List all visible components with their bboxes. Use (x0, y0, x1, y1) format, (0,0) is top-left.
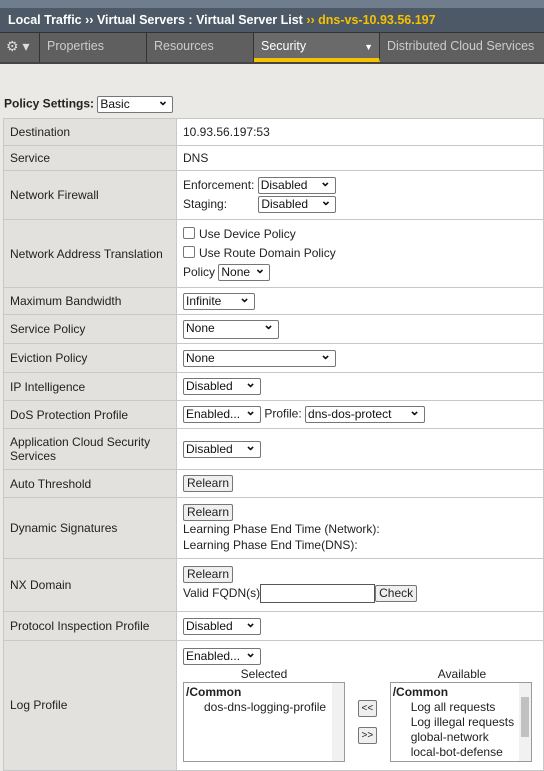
use-device-policy-checkbox[interactable] (183, 227, 195, 239)
breadcrumb-separator: ›› (85, 13, 94, 27)
dos-profile-select[interactable]: dns-dos-protect (305, 403, 426, 423)
tab-security[interactable]: Security ▼ (254, 33, 380, 62)
available-label: Available (437, 667, 487, 681)
max-bandwidth-select[interactable]: Infinite (183, 290, 255, 310)
available-listbox[interactable]: /Common Log all requests Log illegal req… (389, 682, 532, 762)
destination-value: 10.93.56.197:53 (176, 118, 544, 146)
tab-properties[interactable]: Properties (40, 33, 147, 62)
policy-settings: Policy Settings: Basic (4, 93, 174, 113)
use-route-domain-policy-checkbox[interactable] (183, 246, 195, 258)
valid-fqdn-label: Valid FQDN(s) (183, 585, 261, 600)
label: DoS Protection Profile (3, 400, 177, 429)
policy-settings-select[interactable]: Basic (97, 93, 174, 113)
label: IP Intelligence (3, 372, 177, 401)
label: Application Cloud Security Services (3, 428, 177, 470)
nat-policy-select[interactable]: None (218, 261, 271, 282)
breadcrumb-separator: ›› (306, 13, 315, 27)
service-policy-select[interactable]: None (183, 317, 279, 339)
chevron-down-icon: ▼ (364, 42, 373, 52)
profile-label: Profile: (264, 406, 302, 421)
scrollbar[interactable] (332, 683, 344, 761)
label: Eviction Policy (3, 343, 177, 373)
protocol-inspection-select[interactable]: Disabled (183, 615, 261, 635)
eviction-policy-select[interactable]: None (183, 347, 336, 367)
list-item[interactable]: dos-dns-logging-profile (186, 700, 342, 715)
gear-menu-icon[interactable]: ⚙ ▾ (0, 33, 40, 62)
acss-select[interactable]: Disabled (183, 438, 261, 458)
service-value: DNS (176, 145, 544, 171)
top-strip (0, 0, 544, 8)
check-button[interactable]: Check (375, 584, 418, 602)
label: Network Firewall (3, 170, 177, 220)
label: Network Address Translation (3, 219, 177, 288)
log-profile-select[interactable]: Enabled... (183, 645, 261, 666)
policy-settings-label: Policy Settings: (4, 96, 95, 111)
learning-phase-dns: Learning Phase End Time(DNS): (183, 538, 358, 552)
list-item[interactable]: /Common (186, 685, 342, 700)
label: Destination (3, 118, 177, 146)
label: Log Profile (3, 640, 177, 771)
list-item[interactable]: local-bot-defense (393, 745, 529, 760)
use-route-domain-policy-label: Use Route Domain Policy (199, 246, 336, 260)
breadcrumb-local-traffic[interactable]: Local Traffic (8, 13, 82, 27)
selected-listbox[interactable]: /Common dos-dns-logging-profile (183, 682, 345, 762)
tab-bar: ⚙ ▾ Properties Resources Security ▼ Distr… (0, 32, 544, 64)
selected-label: Selected (240, 667, 288, 681)
label: Protocol Inspection Profile (3, 611, 177, 641)
nx-domain-relearn-button[interactable]: Relearn (183, 565, 234, 583)
security-settings-table: Destination 10.93.56.197:53 Service DNS Ne… (3, 118, 544, 771)
nat-policy-label: Policy (183, 265, 216, 279)
learning-phase-network: Learning Phase End Time (Network): (183, 522, 380, 536)
enforcement-select[interactable]: Disabled (257, 174, 336, 195)
dos-protection-select[interactable]: Enabled... (183, 403, 261, 423)
breadcrumb: Local Traffic ›› Virtual Servers : Virtu… (0, 8, 544, 32)
list-item[interactable]: Log illegal requests (393, 715, 529, 730)
valid-fqdn-input[interactable] (260, 583, 376, 603)
label: NX Domain (3, 558, 177, 612)
list-item[interactable]: Log all requests (393, 700, 529, 715)
move-to-selected-button[interactable]: << (357, 700, 378, 717)
tab-security-label: Security (261, 39, 307, 53)
list-item[interactable]: /Common (393, 685, 529, 700)
enforcement-label: Enforcement: (183, 178, 255, 192)
tab-resources[interactable]: Resources (147, 33, 254, 62)
move-to-available-button[interactable]: >> (357, 727, 378, 744)
label: Service Policy (3, 314, 177, 344)
use-device-policy-label: Use Device Policy (199, 227, 296, 241)
list-item[interactable]: global-network (393, 730, 529, 745)
staging-label: Staging: (183, 197, 228, 211)
ip-intelligence-select[interactable]: Disabled (183, 375, 261, 395)
staging-select[interactable]: Disabled (258, 193, 337, 214)
scrollbar[interactable] (518, 683, 531, 761)
label: Auto Threshold (3, 469, 177, 498)
label: Dynamic Signatures (3, 497, 177, 559)
tab-distributed-cloud-services[interactable]: Distributed Cloud Services (380, 33, 541, 62)
label: Maximum Bandwidth (3, 287, 177, 315)
breadcrumb-virtual-server-list[interactable]: Virtual Servers : Virtual Server List (97, 13, 303, 27)
auto-threshold-relearn-button[interactable]: Relearn (183, 475, 234, 492)
breadcrumb-current: dns-vs-10.93.56.197 (318, 13, 436, 27)
label: Service (3, 145, 177, 171)
dynamic-signatures-relearn-button[interactable]: Relearn (183, 504, 234, 521)
